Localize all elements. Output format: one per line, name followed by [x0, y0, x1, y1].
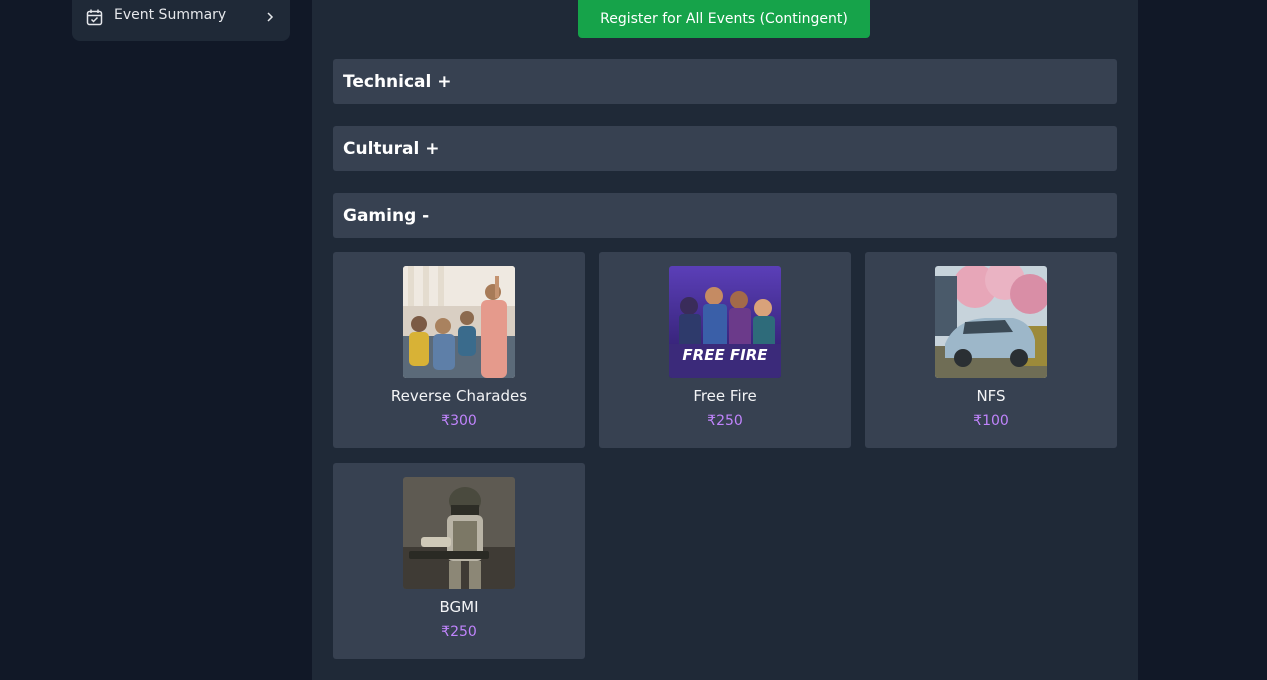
event-name: Free Fire [693, 387, 757, 405]
reverse-charades-image [403, 266, 515, 378]
chevron-right-icon [267, 12, 274, 22]
free-fire-logo-text: FREE FIRE [682, 346, 768, 364]
section-technical[interactable]: Technical + [333, 59, 1117, 104]
calendar-check-icon [86, 9, 103, 26]
event-name: Reverse Charades [390, 387, 528, 405]
free-fire-image: FREE FIRE [669, 266, 781, 378]
event-price: ₹300 [441, 413, 477, 429]
event-price: ₹100 [973, 413, 1009, 429]
event-name: BGMI [439, 598, 479, 616]
sidebar-item-label: Event Summary [114, 7, 227, 23]
event-name: NFS [976, 387, 1006, 405]
events-panel: Register for All Events (Contingent) Tec… [312, 0, 1138, 680]
sidebar: Event Summary [72, 0, 290, 41]
nfs-image [935, 266, 1047, 378]
event-price: ₹250 [441, 624, 477, 640]
register-all-events-button[interactable]: Register for All Events (Contingent) [578, 0, 870, 38]
section-gaming[interactable]: Gaming - [333, 193, 1117, 238]
section-cultural[interactable]: Cultural + [333, 126, 1117, 171]
event-card-reverse-charades[interactable]: Reverse Charades ₹300 [333, 252, 585, 448]
sidebar-item-event-summary[interactable]: Event Summary [72, 0, 290, 34]
event-card-nfs[interactable]: NFS ₹100 [865, 252, 1117, 448]
bgmi-image [403, 477, 515, 589]
event-card-bgmi[interactable]: BGMI ₹250 [333, 463, 585, 659]
event-card-free-fire[interactable]: FREE FIRE Free Fire ₹250 [599, 252, 851, 448]
event-price: ₹250 [707, 413, 743, 429]
